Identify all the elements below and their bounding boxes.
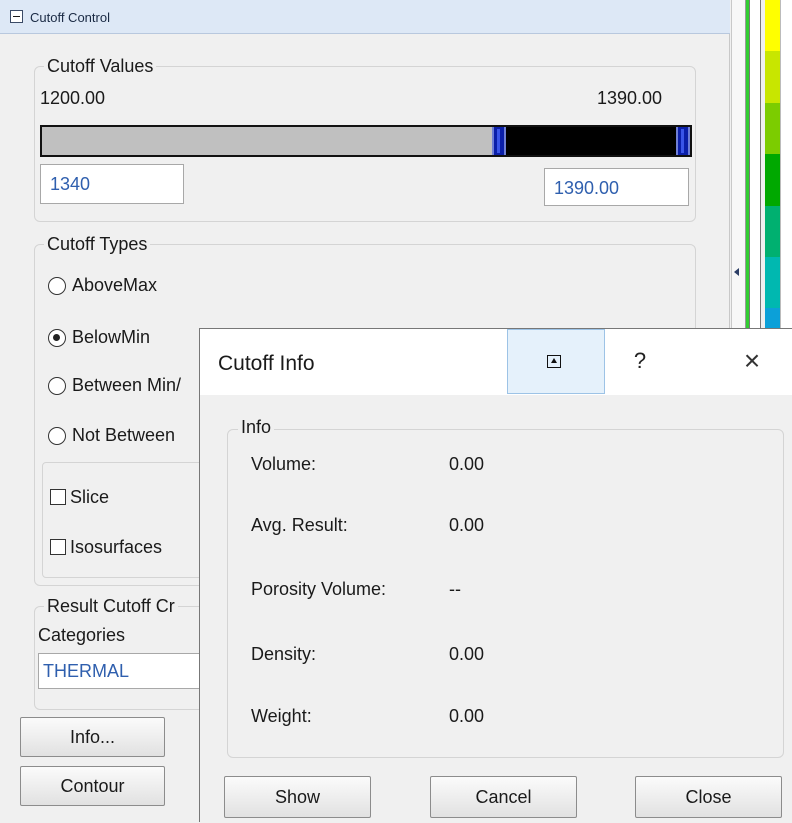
color-scale-swatch <box>765 51 780 103</box>
isosurfaces-label: Isosurfaces <box>70 537 163 557</box>
categories-select[interactable]: THERMAL <box>38 653 208 689</box>
radio-between[interactable] <box>48 377 66 395</box>
restore-icon <box>547 355 561 368</box>
info-legend: Info <box>238 417 275 438</box>
range-max-label: 1390.00 <box>597 88 663 108</box>
contour-button[interactable]: Contour <box>20 766 165 806</box>
volume-label: Volume: <box>251 454 317 474</box>
dialog-title: Cutoff Info <box>218 352 315 375</box>
radio-not-between-label: Not Between <box>72 425 176 445</box>
density-label: Density: <box>251 644 317 664</box>
volume-value: 0.00 <box>449 454 485 474</box>
slice-label: Slice <box>70 487 110 507</box>
show-button[interactable]: Show <box>224 776 371 818</box>
cutoff-types-legend: Cutoff Types <box>44 234 151 255</box>
high-value-input[interactable]: 1390.00 <box>544 168 689 206</box>
range-slider[interactable] <box>40 125 692 157</box>
help-button[interactable]: ? <box>620 343 660 379</box>
porosity-volume-value: -- <box>449 579 461 599</box>
avg-result-value: 0.00 <box>449 515 485 535</box>
density-value: 0.00 <box>449 644 485 664</box>
color-scale-swatch <box>765 0 780 52</box>
radio-not-between[interactable] <box>48 427 66 445</box>
low-value-input[interactable]: 1340 <box>40 164 184 204</box>
range-high-thumb[interactable] <box>676 127 690 155</box>
categories-label: Categories <box>38 625 126 645</box>
slice-checkbox[interactable] <box>50 489 66 505</box>
restore-button[interactable] <box>507 329 605 394</box>
dialog-body: Info Volume: 0.00 Avg. Result: 0.00 Poro… <box>200 395 792 823</box>
cutoff-values-legend: Cutoff Values <box>44 56 157 77</box>
cutoff-info-dialog: Cutoff Info ? × Info Volume: 0.00 Avg. R… <box>199 328 792 823</box>
result-cutoff-legend: Result Cutoff Cr <box>44 596 178 617</box>
weight-value: 0.00 <box>449 706 485 726</box>
weight-label: Weight: <box>251 706 312 726</box>
color-scale-swatch <box>765 154 780 206</box>
panel-title: Cutoff Control <box>30 10 110 25</box>
range-low-thumb[interactable] <box>492 127 506 155</box>
cancel-button[interactable]: Cancel <box>430 776 577 818</box>
avg-result-label: Avg. Result: <box>251 515 348 535</box>
collapse-icon[interactable] <box>10 10 23 23</box>
radio-below-min[interactable] <box>48 329 66 347</box>
color-scale-swatch <box>765 205 780 257</box>
radio-above-max[interactable] <box>48 277 66 295</box>
color-scale-swatch <box>765 256 780 309</box>
radio-above-max-label: AboveMax <box>72 275 158 295</box>
isosurfaces-checkbox[interactable] <box>50 539 66 555</box>
porosity-volume-label: Porosity Volume: <box>251 579 387 599</box>
splitter-arrow-icon[interactable] <box>734 268 739 276</box>
range-slider-fill <box>42 127 499 155</box>
info-button[interactable]: Info... <box>20 717 165 757</box>
radio-between-label: Between Min/ <box>72 375 182 395</box>
color-scale-swatch <box>765 102 780 155</box>
range-min-label: 1200.00 <box>40 88 106 108</box>
close-icon[interactable]: × <box>732 343 772 379</box>
radio-below-min-label: BelowMin <box>72 327 151 347</box>
close-button[interactable]: Close <box>635 776 782 818</box>
